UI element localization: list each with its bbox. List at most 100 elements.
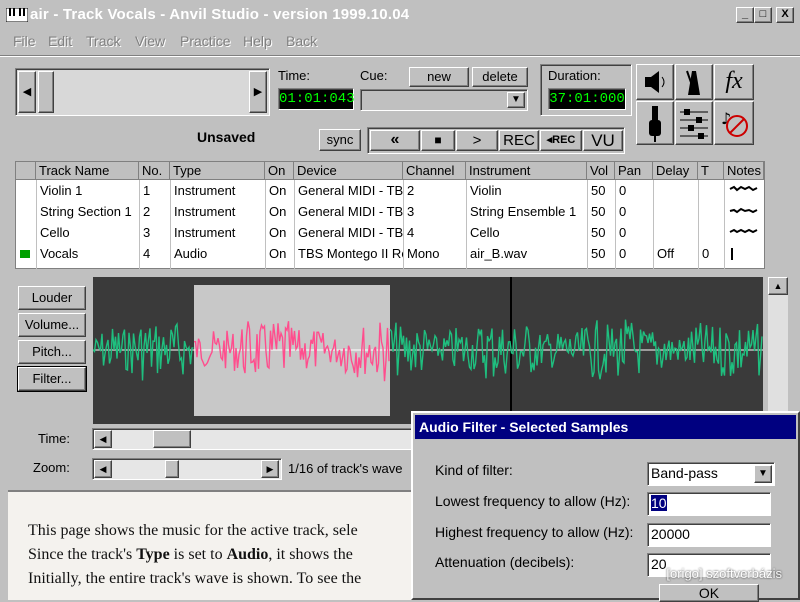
col-vol[interactable]: Vol [587, 162, 615, 180]
table-row-1-name[interactable]: Violin 1 [36, 180, 139, 201]
col-on[interactable]: On [265, 162, 294, 180]
waveform-view[interactable] [92, 277, 763, 424]
table-row-3-device[interactable]: General MIDI - TBS [294, 222, 403, 243]
cue-select[interactable]: ▼ [360, 89, 528, 111]
low-frequency-input[interactable]: 10 [647, 492, 771, 516]
high-frequency-input[interactable]: 20000 [647, 523, 771, 547]
table-row-3-channel[interactable]: 4 [403, 222, 466, 243]
menu-help[interactable]: Help [243, 33, 272, 49]
active-track-marker [20, 250, 30, 258]
col-device[interactable]: Device [294, 162, 403, 180]
metronome-icon[interactable] [675, 64, 713, 100]
filter-kind-select[interactable]: Band-pass ▼ [647, 462, 775, 486]
table-row-1-instrument[interactable]: Violin [466, 180, 587, 201]
ok-button[interactable]: OK [659, 584, 759, 602]
col-notes[interactable]: Notes [724, 162, 764, 180]
zoom-slider[interactable]: ◀ ▶ [92, 458, 282, 480]
table-row-1-pan[interactable]: 0 [615, 180, 653, 201]
zoom-thumb[interactable] [165, 460, 179, 478]
cue-delete-button[interactable]: delete [472, 67, 528, 87]
table-row-4-on[interactable]: On [265, 243, 294, 264]
scroll-thumb[interactable] [38, 71, 54, 113]
filter-button[interactable]: Filter... [17, 366, 87, 392]
col-instrument[interactable]: Instrument [466, 162, 587, 180]
col-track-name[interactable]: Track Name [36, 162, 139, 180]
table-row-2-device[interactable]: General MIDI - TBS [294, 201, 403, 222]
time-scroll-thumb[interactable] [153, 430, 191, 448]
menu-track[interactable]: Track [86, 33, 120, 49]
louder-button[interactable]: Louder [18, 286, 86, 310]
menu-view[interactable]: View [135, 33, 165, 49]
scroll-left-button[interactable]: ◀ [18, 71, 36, 113]
close-button[interactable]: X [776, 7, 794, 23]
maximize-button[interactable]: □ [754, 7, 772, 23]
table-row-4-name[interactable]: Vocals [36, 243, 139, 264]
menu-file[interactable]: File [13, 33, 36, 49]
time-label: Time: [278, 68, 311, 83]
table-row-3-pan[interactable]: 0 [615, 222, 653, 243]
table-row-4-type[interactable]: Audio [170, 243, 265, 264]
zoom-in-button[interactable]: ▶ [261, 460, 279, 478]
table-row-1-vol[interactable]: 50 [587, 180, 615, 201]
col-no[interactable]: No. [139, 162, 170, 180]
table-row-2-name[interactable]: String Section 1 [36, 201, 139, 222]
sync-button[interactable]: sync [319, 129, 361, 151]
waveform-vscrollbar[interactable]: ▲ [768, 277, 788, 422]
table-row-1-device[interactable]: General MIDI - TBS [294, 180, 403, 201]
vu-meter-button[interactable]: VU [583, 130, 623, 151]
table-row-2-on[interactable]: On [265, 201, 294, 222]
table-row-4-instrument[interactable]: air_B.wav [466, 243, 587, 264]
table-row-3-instrument[interactable]: Cello [466, 222, 587, 243]
rewind-button[interactable]: « [370, 130, 420, 151]
table-row-3-name[interactable]: Cello [36, 222, 139, 243]
table-row-2-channel[interactable]: 3 [403, 201, 466, 222]
time-scroll-left[interactable]: ◀ [94, 430, 112, 448]
table-row-2-instrument[interactable]: String Ensemble 1 [466, 201, 587, 222]
table-row-3-on[interactable]: On [265, 222, 294, 243]
waveform-canvas[interactable] [92, 277, 763, 424]
col-delay[interactable]: Delay [653, 162, 698, 180]
table-row-2-vol[interactable]: 50 [587, 201, 615, 222]
table-row-4-channel[interactable]: Mono [403, 243, 466, 264]
table-row-4-delay[interactable]: Off [653, 243, 698, 264]
table-row-1-type[interactable]: Instrument [170, 180, 265, 201]
menu-back[interactable]: Back [286, 33, 317, 49]
scroll-up-button[interactable]: ▲ [768, 277, 788, 295]
table-row-3-type[interactable]: Instrument [170, 222, 265, 243]
chevron-down-icon[interactable]: ▼ [507, 92, 525, 108]
col-type[interactable]: Type [170, 162, 265, 180]
col-pan[interactable]: Pan [615, 162, 653, 180]
row-header-corner [16, 162, 36, 180]
table-row-2-type[interactable]: Instrument [170, 201, 265, 222]
table-row-1-channel[interactable]: 2 [403, 180, 466, 201]
step-record-button[interactable]: ◂REC [540, 130, 582, 151]
time-scrollbar[interactable]: ◀ [92, 428, 412, 450]
table-row-1-on[interactable]: On [265, 180, 294, 201]
col-channel[interactable]: Channel [403, 162, 466, 180]
volume-button[interactable]: Volume... [18, 313, 86, 337]
stop-button[interactable]: ■ [421, 130, 455, 151]
effects-button[interactable]: fx [714, 64, 754, 100]
menu-practice[interactable]: Practice [180, 33, 231, 49]
table-row-4-pan[interactable]: 0 [615, 243, 653, 264]
menu-edit[interactable]: Edit [48, 33, 72, 49]
table-row-3-vol[interactable]: 50 [587, 222, 615, 243]
notes-off-icon[interactable]: ♪ [714, 101, 754, 145]
minimize-button[interactable]: _ [736, 7, 754, 23]
pitch-button[interactable]: Pitch... [18, 340, 86, 364]
zoom-out-button[interactable]: ◀ [94, 460, 112, 478]
speaker-icon[interactable] [636, 64, 674, 100]
mixer-icon[interactable] [675, 101, 713, 145]
position-scrollbar[interactable]: ◀ ▶ [15, 68, 270, 116]
cue-new-button[interactable]: new [409, 67, 469, 87]
table-row-4-t[interactable]: 0 [698, 243, 724, 264]
play-button[interactable]: > [456, 130, 498, 151]
scroll-right-button[interactable]: ▶ [249, 71, 267, 113]
table-row-2-pan[interactable]: 0 [615, 201, 653, 222]
microphone-icon[interactable] [636, 101, 674, 145]
col-t[interactable]: T [698, 162, 724, 180]
table-row-4-vol[interactable]: 50 [587, 243, 615, 264]
chevron-down-icon[interactable]: ▼ [754, 465, 772, 483]
table-row-4-device[interactable]: TBS Montego II Re [294, 243, 403, 264]
record-button[interactable]: REC [499, 130, 539, 151]
